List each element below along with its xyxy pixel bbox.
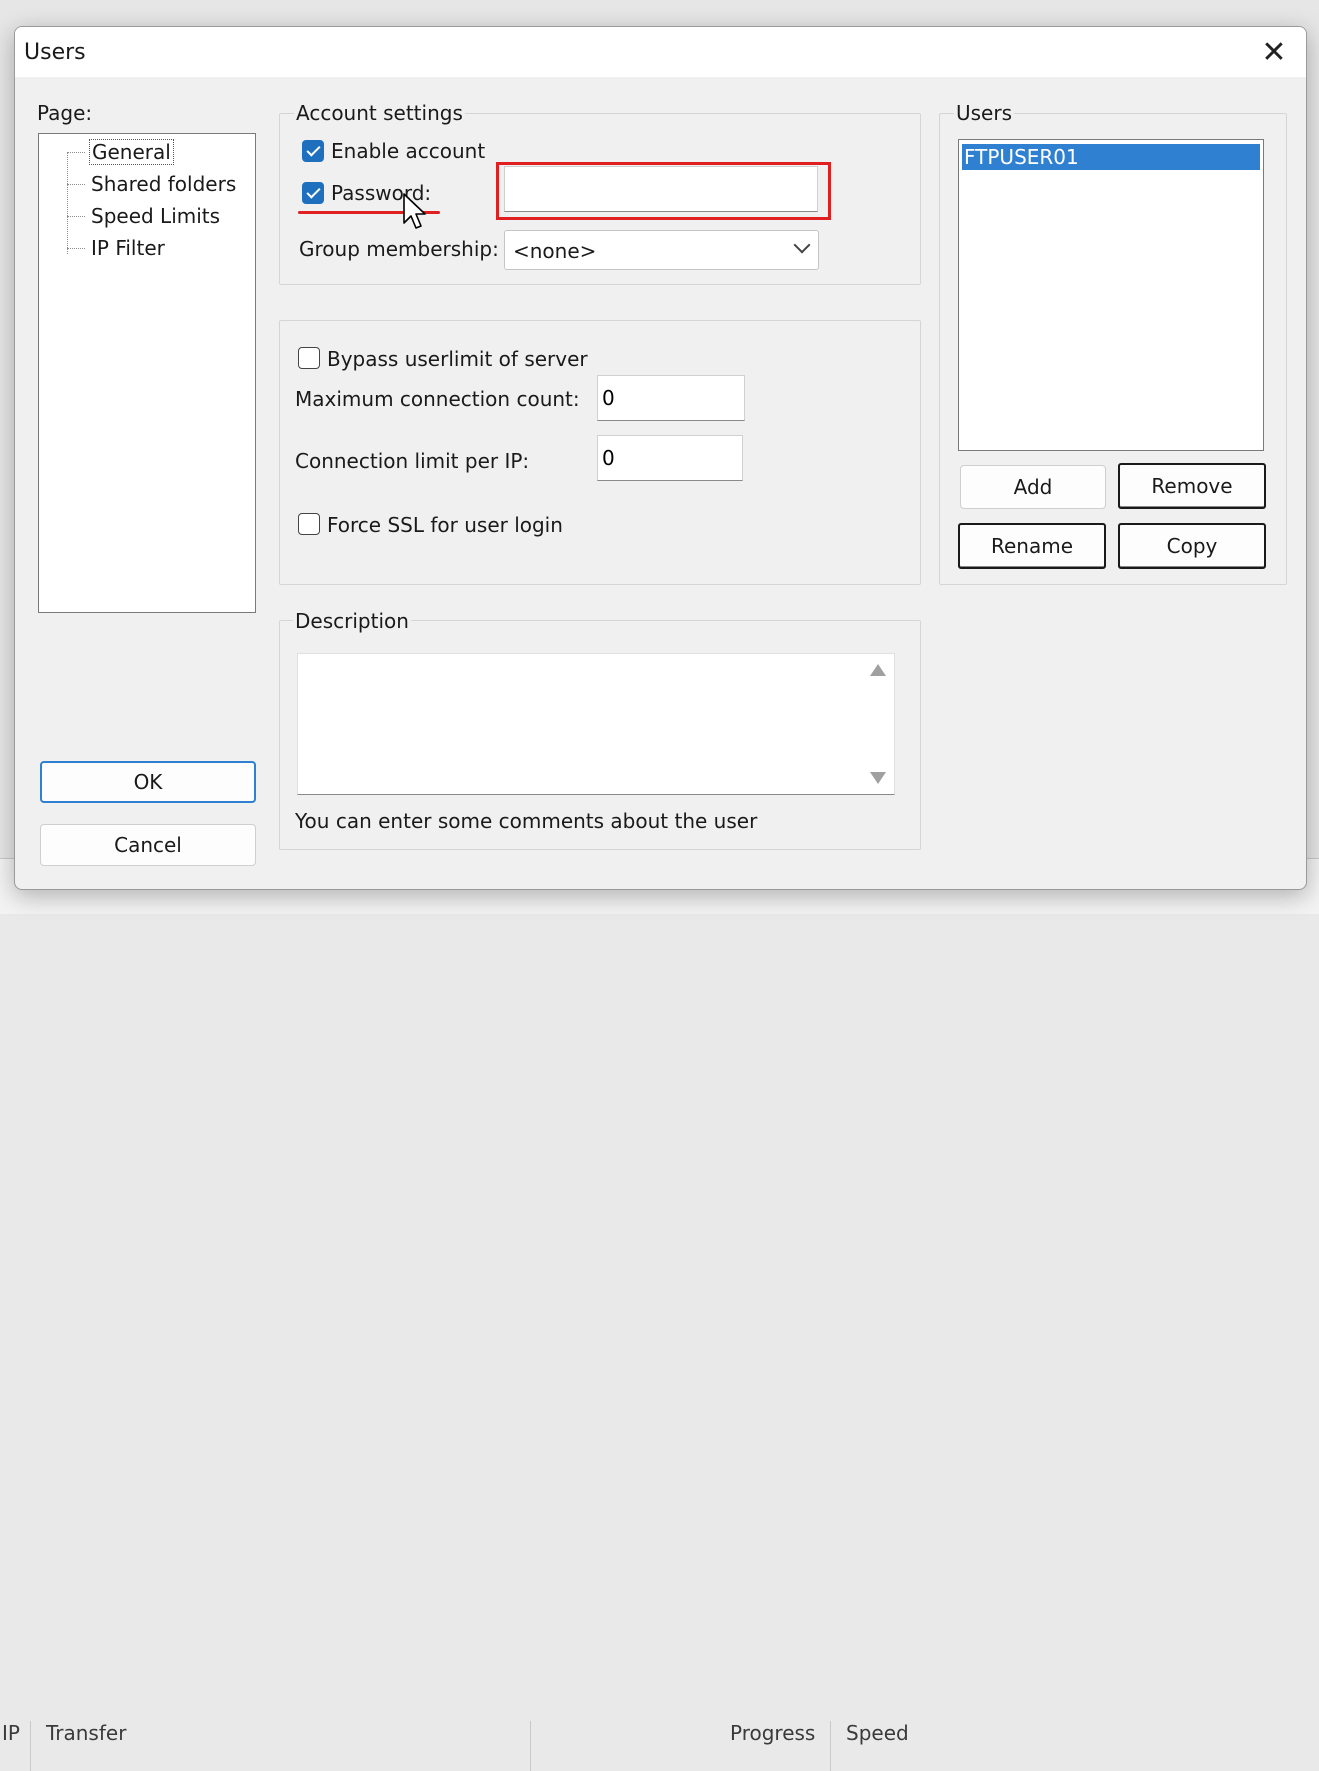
tree-branch (67, 183, 85, 185)
tree-item-label: IP Filter (91, 236, 165, 260)
tree-item-label: Speed Limits (91, 204, 221, 228)
column-progress: Progress (730, 1721, 816, 1745)
tree-item-label: Shared folders (91, 172, 237, 196)
tree-branch (67, 151, 85, 153)
page-label: Page: (37, 101, 93, 125)
bypass-userlimit-checkbox[interactable] (298, 347, 320, 369)
column-speed: Speed (846, 1721, 909, 1745)
add-user-button[interactable]: Add (960, 465, 1106, 509)
close-button[interactable]: ✕ (1256, 34, 1292, 70)
group-membership-value: <none> (513, 239, 597, 263)
max-connection-count-input[interactable] (597, 375, 745, 421)
tree-item-shared-folders[interactable]: Shared folders (67, 170, 238, 198)
description-legend: Description (293, 609, 411, 633)
max-connection-count-label: Maximum connection count: (295, 387, 580, 411)
close-icon: ✕ (1261, 34, 1287, 70)
title-bar: Users ✕ (15, 27, 1306, 77)
tree-branch (67, 215, 85, 217)
column-separator (530, 1721, 531, 1771)
chevron-down-icon (793, 236, 811, 254)
user-list-item[interactable]: FTPUSER01 (962, 144, 1260, 170)
column-transfer: Transfer (46, 1721, 127, 1745)
users-dialog: Users ✕ Page: General Shared folders Spe… (14, 26, 1307, 890)
bypass-userlimit-label[interactable]: Bypass userlimit of server (327, 347, 588, 371)
tree-branch (67, 247, 85, 249)
group-membership-dropdown[interactable]: <none> (504, 230, 819, 270)
enable-account-checkbox[interactable] (302, 140, 324, 162)
remove-user-button[interactable]: Remove (1118, 463, 1266, 509)
rename-user-button[interactable]: Rename (958, 523, 1106, 569)
tree-item-general[interactable]: General (67, 138, 174, 166)
tree-item-label: General (89, 139, 174, 165)
users-listbox[interactable]: FTPUSER01 (958, 139, 1264, 451)
column-separator (830, 1721, 831, 1771)
description-hint: You can enter some comments about the us… (295, 809, 758, 833)
ok-button[interactable]: OK (40, 761, 256, 803)
connection-limit-per-ip-label: Connection limit per IP: (295, 449, 530, 473)
scroll-up-icon[interactable] (870, 664, 886, 676)
group-membership-label: Group membership: (299, 237, 499, 261)
users-legend: Users (954, 101, 1015, 125)
connection-limit-per-ip-input[interactable] (597, 435, 743, 481)
force-ssl-label[interactable]: Force SSL for user login (327, 513, 563, 537)
column-separator (30, 1721, 31, 1771)
password-checkbox[interactable] (302, 182, 324, 204)
copy-user-button[interactable]: Copy (1118, 523, 1266, 569)
cancel-button[interactable]: Cancel (40, 824, 256, 866)
tree-item-ip-filter[interactable]: IP Filter (67, 234, 167, 262)
highlight-box-password (496, 162, 831, 220)
tree-item-speed-limits[interactable]: Speed Limits (67, 202, 222, 230)
page-tree: General Shared folders Speed Limits IP F… (38, 133, 256, 613)
force-ssl-checkbox[interactable] (298, 513, 320, 535)
scroll-down-icon[interactable] (870, 772, 886, 784)
dialog-title: Users (24, 40, 86, 65)
account-settings-legend: Account settings (294, 101, 465, 125)
description-textarea[interactable] (297, 653, 895, 795)
enable-account-label[interactable]: Enable account (331, 139, 485, 163)
mouse-cursor-icon (403, 193, 426, 229)
column-ip: IP (2, 1721, 20, 1745)
